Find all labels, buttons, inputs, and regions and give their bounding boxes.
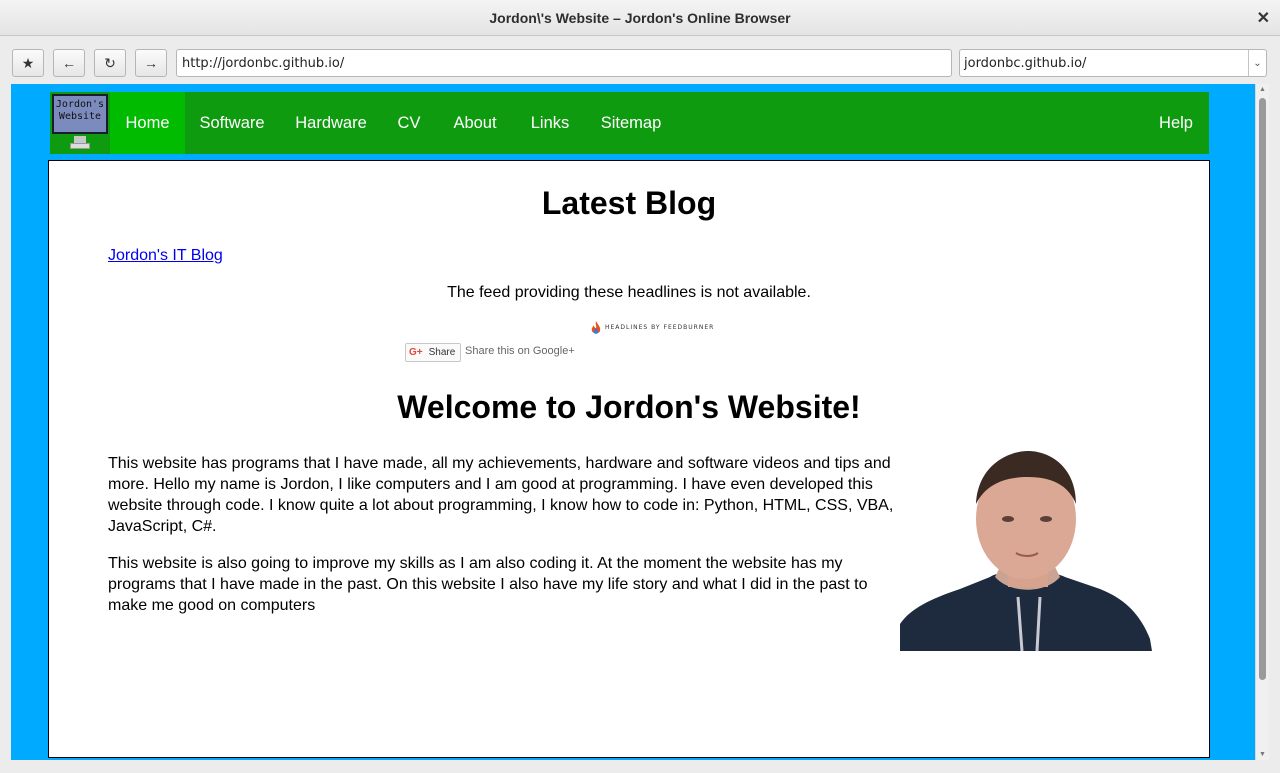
google-plus-share-button[interactable]: G+ Share — [405, 343, 461, 362]
nav-about[interactable]: About — [445, 92, 505, 154]
feedburner-badge[interactable]: HEADLINES BY FEEDBURNER — [590, 320, 714, 336]
google-plus-icon: G+ — [409, 347, 423, 358]
back-arrow-icon: ← — [62, 55, 76, 71]
forward-arrow-icon: → — [144, 55, 158, 71]
feedburner-badge-text: HEADLINES BY FEEDBURNER — [605, 323, 715, 331]
scroll-down-icon[interactable]: ▼ — [1259, 751, 1266, 758]
window-title: Jordon\'s Website – Jordon's Online Brow… — [489, 10, 791, 26]
monitor-icon: Jordon's Website — [52, 94, 108, 134]
nav-home[interactable]: Home — [110, 92, 185, 154]
nav-software[interactable]: Software — [194, 92, 270, 154]
history-select-value: jordonbc.github.io/ — [964, 56, 1087, 71]
nav-links[interactable]: Links — [523, 92, 577, 154]
site-logo[interactable]: Jordon's Website — [50, 92, 110, 154]
reload-button[interactable]: ↻ — [94, 49, 126, 77]
bookmark-button[interactable]: ★ — [12, 49, 44, 77]
vertical-scrollbar[interactable]: ▲ ▼ — [1255, 84, 1269, 760]
skills-paragraph: This website is also going to improve my… — [108, 555, 868, 614]
share-caption: Share this on Google+ — [465, 345, 575, 357]
monitor-base — [70, 143, 90, 149]
nav-cv[interactable]: CV — [393, 92, 425, 154]
nav-sitemap[interactable]: Sitemap — [593, 92, 669, 154]
blog-link[interactable]: Jordon's IT Blog — [108, 247, 223, 265]
blog-heading: Latest Blog — [541, 185, 717, 221]
site-navbar: Jordon's Website Home Software Hardware … — [50, 92, 1209, 154]
author-photo — [900, 451, 1152, 651]
back-button[interactable]: ← — [53, 49, 85, 77]
nav-help[interactable]: Help — [1150, 92, 1202, 154]
feedburner-flame-icon — [591, 321, 601, 334]
scroll-up-icon[interactable]: ▲ — [1259, 86, 1266, 93]
forward-button[interactable]: → — [135, 49, 167, 77]
reload-icon: ↻ — [104, 54, 116, 71]
window-titlebar: Jordon\'s Website – Jordon's Online Brow… — [0, 0, 1280, 36]
browser-toolbar: ★ ← ↻ → jordonbc.github.io/ ⌄ — [0, 36, 1280, 84]
monitor-stand — [74, 136, 86, 143]
share-button-label: Share — [428, 347, 456, 358]
intro-paragraph: This website has programs that I have ma… — [108, 455, 894, 535]
close-icon[interactable]: ✕ — [1257, 8, 1270, 28]
main-content: Latest Blog Jordon's IT Blog The feed pr… — [48, 160, 1210, 758]
page-viewport: Jordon's Website Home Software Hardware … — [11, 84, 1255, 760]
nav-hardware[interactable]: Hardware — [289, 92, 373, 154]
url-input[interactable] — [176, 49, 952, 77]
history-select[interactable]: jordonbc.github.io/ ⌄ — [959, 49, 1267, 77]
star-icon: ★ — [21, 54, 35, 71]
logo-text: Jordon's Website — [55, 99, 105, 122]
scrollbar-thumb[interactable] — [1259, 98, 1266, 680]
chevron-down-icon[interactable]: ⌄ — [1248, 50, 1266, 76]
window-bottom-edge — [0, 760, 1280, 773]
welcome-heading: Welcome to Jordon's Website! — [397, 389, 861, 425]
feed-message: The feed providing these headlines is no… — [447, 284, 811, 301]
